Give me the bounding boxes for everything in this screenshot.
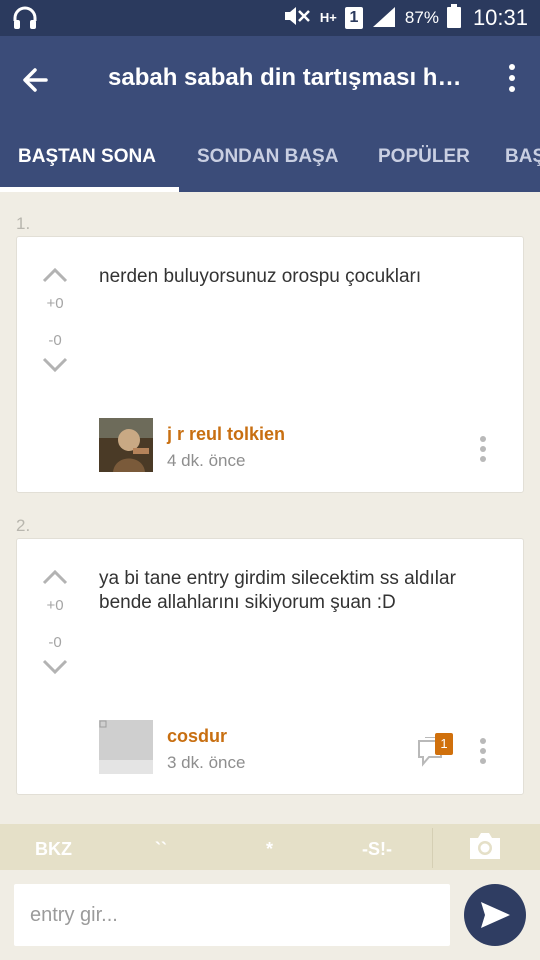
- composer-bar: [0, 870, 540, 960]
- author-name[interactable]: cosdur: [167, 726, 227, 747]
- spoiler-button[interactable]: -S!-: [362, 824, 392, 870]
- mute-icon: [282, 5, 312, 32]
- entry-text: ya bi tane entry girdim silecektim ss al…: [99, 568, 456, 613]
- entry-input[interactable]: [14, 884, 450, 946]
- upvote-count: +0: [46, 295, 64, 312]
- divider: [432, 828, 433, 868]
- tab-partial[interactable]: BAŞ: [505, 122, 540, 192]
- comment-count-badge: 1: [435, 733, 453, 755]
- entry-card: +0 -0 ya bi tane entry girdim silecektim…: [16, 538, 524, 795]
- avatar[interactable]: [99, 720, 153, 774]
- network-type-label: H+: [319, 10, 337, 25]
- send-icon: [481, 902, 510, 928]
- entry-text: nerden buluyorsunuz orospu çocukları: [99, 266, 422, 287]
- entry-card: +0 -0 nerden buluyorsunuz orospu çocukla…: [16, 236, 524, 493]
- upvote-icon[interactable]: [39, 265, 71, 285]
- signal-icon: [371, 5, 397, 32]
- vote-column: +0 -0: [39, 265, 71, 375]
- entry-time: 4 dk. önce: [167, 451, 246, 470]
- status-bar: H+ 1 87% 10:31: [0, 0, 540, 36]
- hidden-bkz-button[interactable]: ``: [155, 824, 167, 870]
- page-title: sabah sabah din tartışması hakkında: [108, 64, 468, 91]
- author-name[interactable]: j r reul tolkien: [167, 424, 285, 445]
- downvote-count: -0: [48, 332, 62, 349]
- entry-time: 3 dk. önce: [167, 753, 246, 772]
- app-bar: sabah sabah din tartışması hakkında: [0, 36, 540, 122]
- entry-menu-icon[interactable]: [479, 738, 487, 768]
- bkz-button[interactable]: BKZ: [35, 824, 72, 870]
- upvote-count: +0: [46, 597, 64, 614]
- downvote-count: -0: [48, 634, 62, 651]
- back-arrow-icon[interactable]: [18, 62, 54, 98]
- downvote-icon[interactable]: [39, 355, 71, 375]
- sort-tabs: BAŞTAN SONA SONDAN BAŞA POPÜLER BAŞ: [0, 122, 540, 192]
- clock: 10:31: [472, 5, 528, 30]
- tab-bastan-sona[interactable]: BAŞTAN SONA: [18, 122, 156, 192]
- battery-icon: [446, 3, 461, 33]
- star-button[interactable]: *: [266, 824, 273, 870]
- format-shortcut-bar: BKZ `` * -S!-: [0, 824, 540, 870]
- entry-menu-icon[interactable]: [479, 436, 487, 466]
- entry-number: 2.: [16, 516, 31, 535]
- send-button[interactable]: [464, 884, 526, 946]
- upvote-icon[interactable]: [39, 567, 71, 587]
- tab-populer[interactable]: POPÜLER: [378, 122, 470, 192]
- avatar[interactable]: [99, 418, 153, 472]
- entry-number: 1.: [16, 214, 31, 233]
- battery-percent: 87%: [404, 8, 439, 27]
- comments-button[interactable]: 1: [417, 733, 457, 771]
- camera-icon[interactable]: [468, 832, 502, 860]
- tab-sondan-basa[interactable]: SONDAN BAŞA: [197, 122, 338, 192]
- downvote-icon[interactable]: [39, 657, 71, 677]
- overflow-menu-icon[interactable]: [506, 64, 518, 96]
- vote-column: +0 -0: [39, 567, 71, 677]
- sim-slot-icon: 1: [344, 7, 363, 29]
- active-tab-indicator: [0, 187, 179, 192]
- headphones-icon: [12, 5, 38, 36]
